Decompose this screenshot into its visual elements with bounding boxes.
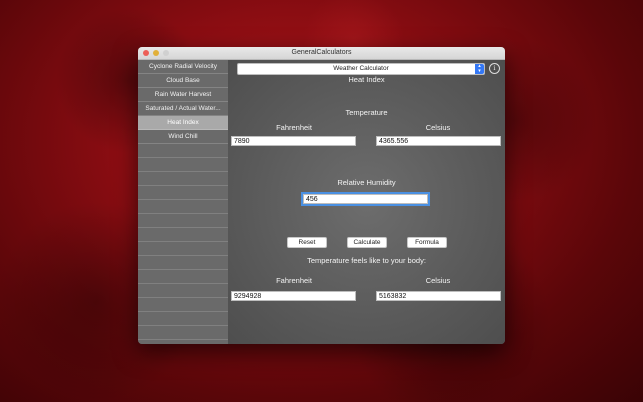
window-title: GeneralCalculators <box>291 49 352 56</box>
sidebar-empty-row <box>138 200 228 214</box>
formula-button[interactable]: Formula <box>407 237 447 248</box>
sidebar-item-wind-chill[interactable]: Wind Chill <box>138 130 228 144</box>
sidebar-item-cyclone-radial-velocity[interactable]: Cyclone Radial Velocity <box>138 60 228 74</box>
sidebar-item-heat-index[interactable]: Heat Index <box>138 116 228 130</box>
result-fahrenheit-output: 9294928 <box>231 291 356 301</box>
result-label: Temperature feels like to your body: <box>307 256 426 265</box>
title-bar[interactable]: GeneralCalculators <box>138 47 505 60</box>
sidebar-empty-row <box>138 326 228 340</box>
chevron-updown-icon[interactable]: ▴ ▾ <box>475 64 484 74</box>
sidebar-empty-row <box>138 158 228 172</box>
temperature-section-label: Temperature <box>345 108 388 117</box>
relative-humidity-label: Relative Humidity <box>337 178 396 187</box>
result-celsius-output: 5163832 <box>376 291 501 301</box>
temperature-fahrenheit-input[interactable]: 7890 <box>231 136 356 146</box>
sidebar-item-rain-water-harvest[interactable]: Rain Water Harvest <box>138 88 228 102</box>
sidebar-empty-row <box>138 186 228 200</box>
calculate-button[interactable]: Calculate <box>347 237 387 248</box>
relative-humidity-input[interactable]: 456 <box>301 192 430 206</box>
sidebar-item-saturated-actual-water[interactable]: Saturated / Actual Water... <box>138 102 228 116</box>
result-celsius-label: Celsius <box>425 276 451 285</box>
temperature-fahrenheit-label: Fahrenheit <box>276 123 312 132</box>
info-icon[interactable]: i <box>489 63 500 74</box>
temperature-celsius-input[interactable]: 4365.556 <box>376 136 501 146</box>
page-title: Heat Index <box>348 75 385 84</box>
reset-button[interactable]: Reset <box>287 237 327 248</box>
temperature-celsius-label: Celsius <box>425 123 451 132</box>
sidebar-empty-row <box>138 144 228 158</box>
sidebar-empty-row <box>138 270 228 284</box>
main-content: Weather Calculator ▴ ▾ i Heat Index Tempe… <box>228 60 505 344</box>
sidebar-empty-row <box>138 228 228 242</box>
sidebar-empty-row <box>138 172 228 186</box>
sidebar-empty-row <box>138 284 228 298</box>
sidebar: Cyclone Radial Velocity Cloud Base Rain … <box>138 60 228 344</box>
app-window: GeneralCalculators Cyclone Radial Veloci… <box>138 47 505 344</box>
sidebar-empty-row <box>138 312 228 326</box>
sidebar-empty-row <box>138 298 228 312</box>
result-fahrenheit-label: Fahrenheit <box>276 276 312 285</box>
calculator-select[interactable]: Weather Calculator ▴ ▾ <box>237 63 485 75</box>
sidebar-empty-row <box>138 214 228 228</box>
sidebar-empty-row <box>138 256 228 270</box>
calculator-select-label: Weather Calculator <box>333 65 389 72</box>
sidebar-empty-row <box>138 242 228 256</box>
sidebar-item-cloud-base[interactable]: Cloud Base <box>138 74 228 88</box>
